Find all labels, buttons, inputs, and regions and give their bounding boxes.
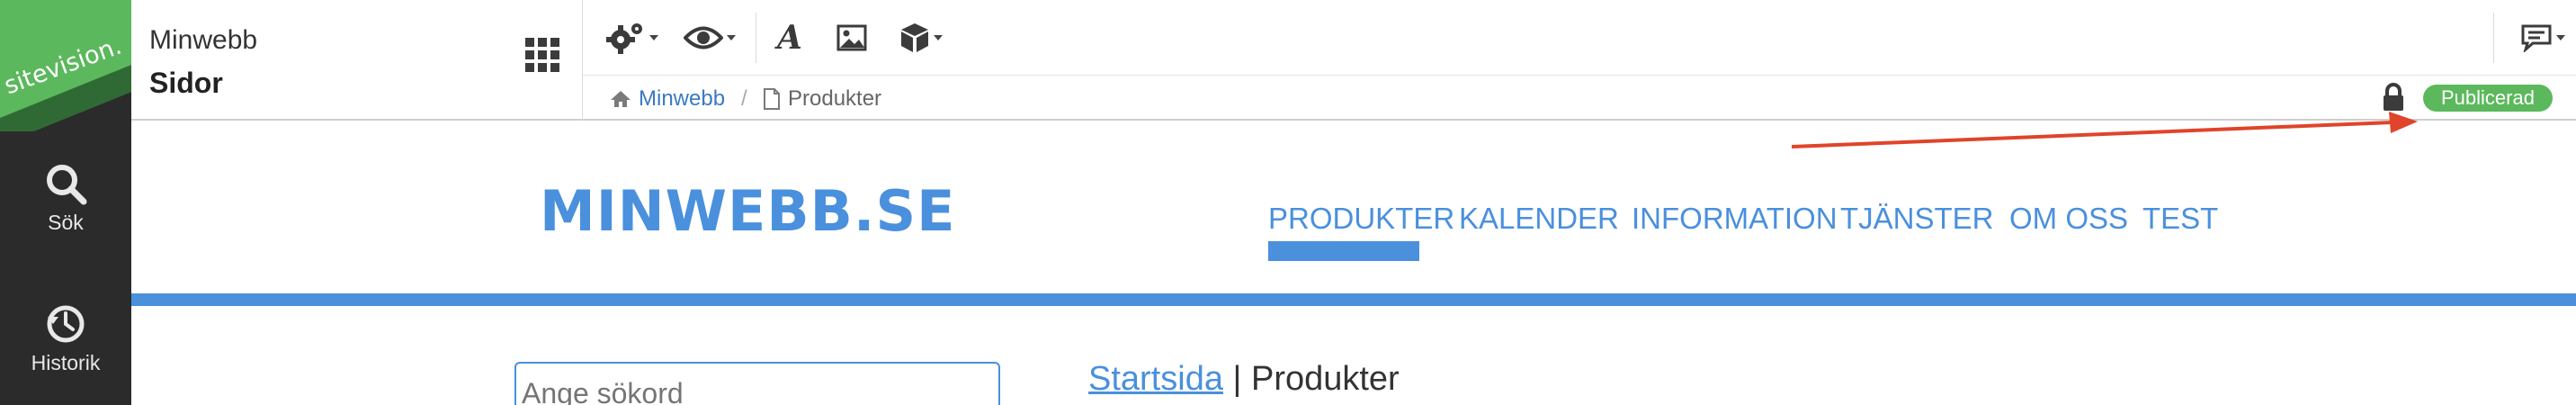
breadcrumb-home-label: Minwebb — [639, 86, 726, 111]
page-preview: MINWEBB.SE PRODUKTER KALENDER INFORMATIO… — [131, 121, 2576, 405]
apps-grid-icon[interactable] — [525, 38, 559, 72]
page-breadcrumb-current: Produkter — [1250, 360, 1400, 398]
settings-icon — [606, 23, 642, 54]
status-badge[interactable]: Publicerad — [2423, 85, 2553, 112]
chevron-down-icon — [2556, 35, 2565, 40]
font-button[interactable]: A — [777, 18, 802, 58]
site-name[interactable]: Minwebb — [149, 25, 257, 56]
toolbar-divider — [2493, 13, 2494, 63]
chevron-down-icon — [727, 35, 736, 40]
nav-item-kalender[interactable]: KALENDER — [1459, 202, 1619, 236]
image-button[interactable] — [836, 18, 867, 58]
header-divider — [131, 293, 2576, 306]
module-box-icon — [901, 23, 928, 52]
sitevision-logo[interactable]: sitevision. — [0, 0, 131, 131]
nav-item-om-oss[interactable]: OM OSS — [2009, 202, 2128, 236]
left-sidebar: sitevision. Sök Historik — [0, 0, 131, 405]
nav-item-test[interactable]: TEST — [2142, 202, 2218, 236]
nav-item-produkter[interactable]: PRODUKTER — [1268, 202, 1454, 236]
breadcrumb-home-link[interactable]: Minwebb — [610, 86, 725, 112]
site-logo[interactable]: MINWEBB.SE — [540, 178, 955, 244]
site-panel: Minwebb Sidor — [131, 0, 583, 121]
home-icon — [611, 91, 631, 107]
lock-icon[interactable] — [2382, 83, 2405, 116]
breadcrumb-current-page[interactable]: Produkter — [763, 86, 881, 112]
chevron-down-icon — [649, 35, 658, 40]
preview-dropdown[interactable] — [684, 18, 736, 58]
sidebar-item-label: Sök — [48, 211, 84, 234]
startsida-link[interactable]: Startsida — [1088, 360, 1223, 398]
search-icon — [47, 165, 87, 205]
sidebar-item-search[interactable]: Sök — [0, 162, 131, 235]
sidebar-item-history[interactable]: Historik — [0, 302, 131, 375]
nav-item-information[interactable]: INFORMATION — [1632, 202, 1838, 236]
breadcrumb-separator: / — [741, 86, 747, 111]
image-icon — [836, 24, 867, 51]
search-input[interactable] — [514, 362, 1000, 405]
page-icon — [764, 88, 780, 110]
page-type-title: Sidor — [149, 67, 223, 99]
sidebar-item-label: Historik — [31, 351, 101, 374]
feedback-icon — [2521, 24, 2552, 52]
breadcrumb: Minwebb / Produkter Publicerad — [583, 76, 2576, 121]
font-icon: A — [777, 19, 802, 57]
nav-item-tjanster[interactable]: TJÄNSTER — [1840, 202, 1994, 236]
page-breadcrumb-separator: | — [1222, 360, 1251, 398]
settings-dropdown[interactable] — [606, 18, 658, 58]
breadcrumb-page-label: Produkter — [788, 86, 882, 111]
history-icon — [47, 305, 85, 343]
module-dropdown[interactable] — [899, 18, 943, 58]
active-nav-indicator — [1268, 241, 1419, 261]
chevron-down-icon — [934, 35, 943, 40]
editor-toolbar: A — [583, 0, 2576, 76]
feedback-dropdown[interactable] — [2520, 18, 2565, 58]
preview-eye-icon — [684, 26, 723, 50]
page-breadcrumb: Startsida | Produkter — [1088, 360, 1400, 399]
